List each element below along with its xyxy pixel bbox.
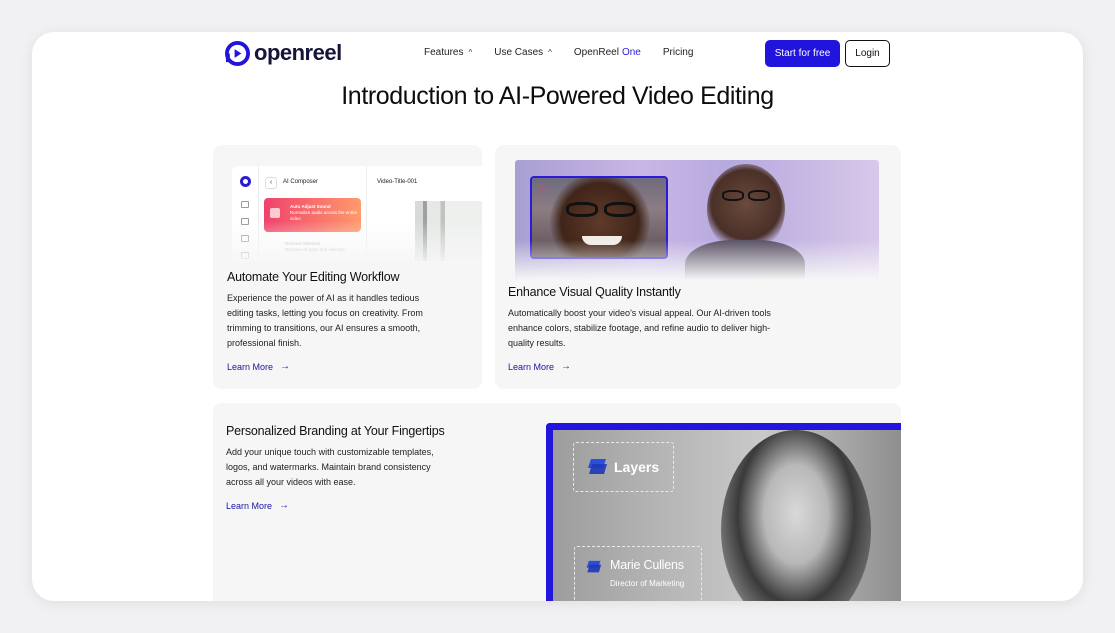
- start-for-free-button[interactable]: Start for free: [765, 40, 840, 67]
- logo[interactable]: openreel: [225, 40, 342, 66]
- learn-more-link[interactable]: Learn More →: [227, 361, 290, 372]
- chevron-up-icon: ^: [548, 48, 552, 57]
- card-body: Automatically boost your video's visual …: [508, 308, 771, 348]
- card-body: Add your unique touch with customizable …: [226, 447, 434, 487]
- learn-more-label: Learn More: [508, 361, 555, 372]
- learn-more-label: Learn More: [227, 361, 274, 372]
- nav-features-label: Features: [424, 47, 464, 58]
- branding-preview-image: Layers Marie Cullens Director of Marketi…: [546, 423, 901, 601]
- card-title: Automate Your Editing Workflow: [227, 270, 400, 284]
- login-button[interactable]: Login: [845, 40, 890, 67]
- logo-mark-icon: [240, 176, 251, 187]
- nav-use-cases[interactable]: Use Cases ^: [494, 47, 552, 58]
- arrow-right-icon: →: [279, 500, 290, 511]
- nav-pricing[interactable]: Pricing: [663, 47, 694, 58]
- layers-logo-icon: [588, 459, 607, 474]
- mockup-panel-title: AI Composer: [283, 179, 319, 185]
- layers-logo-icon: [586, 560, 602, 573]
- sparkle-icon: ☆: [537, 181, 549, 196]
- video-call-photo: ☆: [515, 160, 879, 280]
- nav-pricing-label: Pricing: [662, 47, 694, 58]
- card-title: Enhance Visual Quality Instantly: [508, 285, 681, 299]
- learn-more-link[interactable]: Learn More →: [226, 500, 289, 511]
- browser-viewport: openreel Features ^ Use Cases ^ OpenReel…: [32, 32, 1083, 601]
- nav-openreel-label: OpenReel: [573, 47, 619, 58]
- back-chevron-icon: ‹: [265, 177, 277, 189]
- editor-mockup-image: ‹ AI Composer Auto Adjust Sound Normaliz…: [232, 166, 482, 266]
- learn-more-link[interactable]: Learn More →: [508, 361, 571, 372]
- mockup-video-title: Video-Title-001: [377, 179, 418, 185]
- feature-card-branding: Personalized Branding at Your Fingertips…: [213, 403, 901, 601]
- logo-mark-icon: [225, 40, 250, 66]
- top-nav: openreel Features ^ Use Cases ^ OpenReel…: [32, 32, 1083, 76]
- logo-text: openreel: [254, 40, 342, 65]
- page-title: Introduction to AI-Powered Video Editing: [341, 82, 774, 110]
- lower-third-box: Marie Cullens Director of Marketing: [574, 546, 702, 601]
- sound-icon: [270, 208, 280, 218]
- feature-card-visual-quality: ☆ Enhance Visual Quality Instantly Autom…: [495, 145, 901, 389]
- learn-more-label: Learn More: [226, 500, 273, 511]
- layers-icon: [241, 201, 249, 208]
- card-title: Personalized Branding at Your Fingertips: [226, 424, 445, 438]
- arrow-right-icon: →: [561, 361, 572, 372]
- nav-use-cases-label: Use Cases: [494, 47, 544, 58]
- card-body: Experience the power of AI as it handles…: [227, 293, 423, 348]
- person-name: Marie Cullens: [610, 558, 684, 572]
- feature-card-automate: ‹ AI Composer Auto Adjust Sound Normaliz…: [213, 145, 482, 389]
- chevron-up-icon: ^: [468, 48, 473, 57]
- woman-portrait: [721, 430, 871, 601]
- nav-openreel-one[interactable]: OpenReel One: [574, 47, 641, 58]
- nav-one-label: One: [621, 47, 641, 58]
- nav-links: Features ^ Use Cases ^ OpenReel One Prici…: [424, 47, 693, 58]
- nav-features[interactable]: Features ^: [424, 47, 472, 58]
- logo-watermark-text: Layers: [614, 459, 660, 475]
- logo-watermark-box: Layers: [573, 442, 674, 492]
- person-role: Director of Marketing: [610, 579, 685, 588]
- arrow-right-icon: →: [280, 361, 291, 372]
